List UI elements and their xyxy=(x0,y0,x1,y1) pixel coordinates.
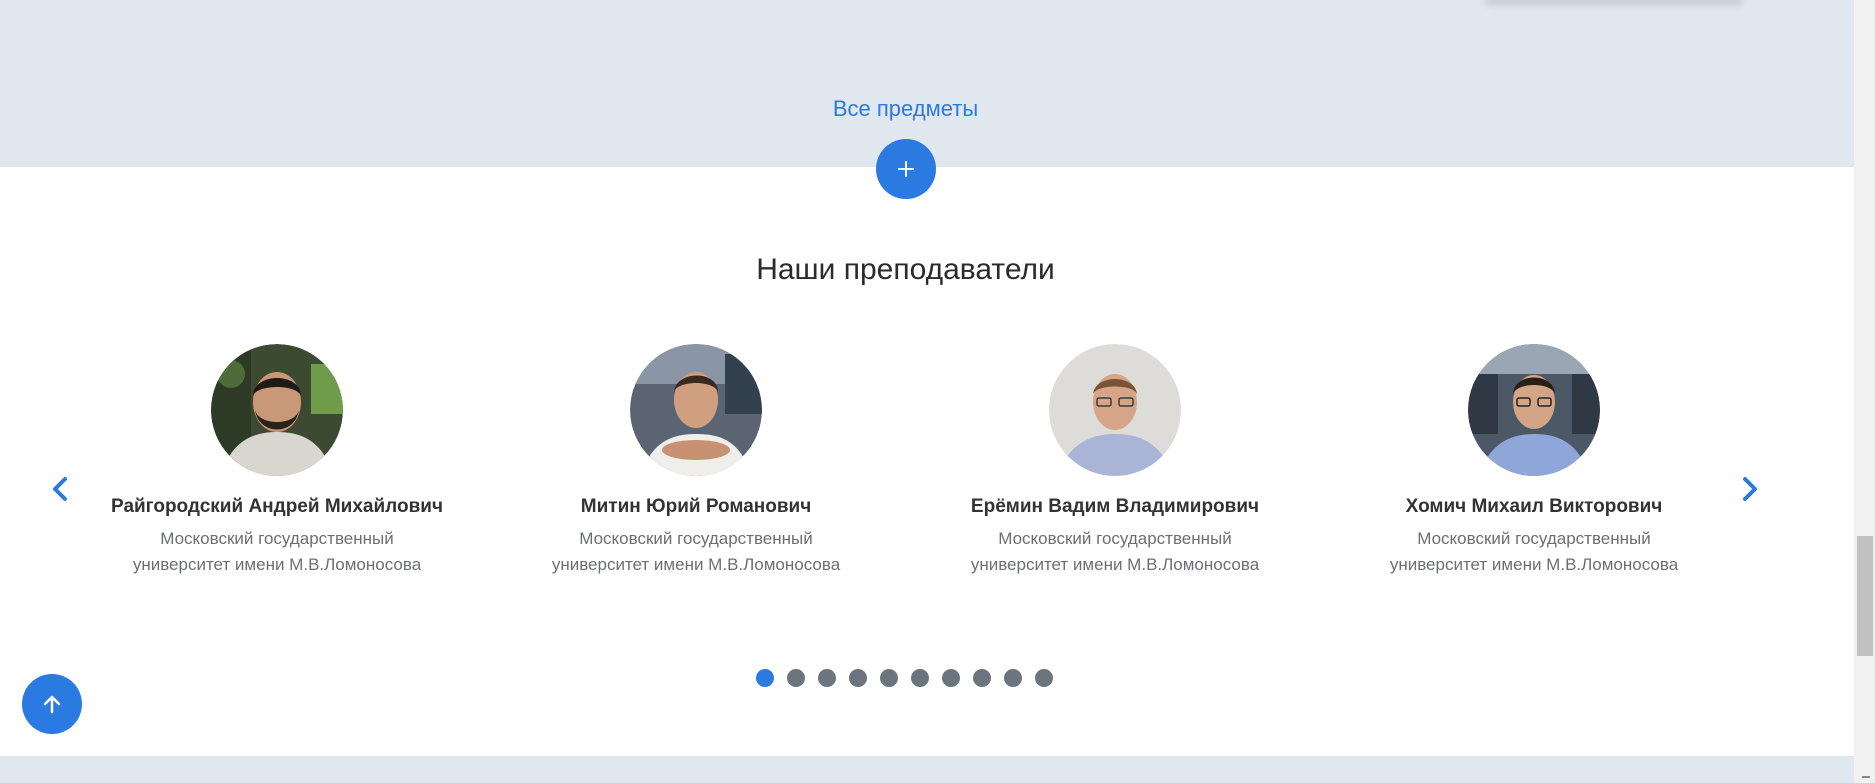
pagination-dot[interactable] xyxy=(1035,669,1053,687)
teachers-section-title: Наши преподаватели xyxy=(756,253,1055,286)
teacher-organization: Московский государственный университет и… xyxy=(970,529,1260,574)
teacher-photo xyxy=(1468,344,1600,476)
scrollbar-track[interactable] xyxy=(1854,0,1875,783)
plus-icon xyxy=(898,161,914,177)
teacher-organization: Московский государственный университет и… xyxy=(132,529,422,574)
teacher-name: Митин Юрий Романович xyxy=(580,496,812,517)
arrow-up-icon xyxy=(43,695,61,714)
subjects-section: Все предметы xyxy=(0,0,1854,167)
teacher-organization: Московский государственный университет и… xyxy=(1389,529,1679,574)
pagination-dot[interactable] xyxy=(911,669,929,687)
teacher-card[interactable]: Хомич Михаил Викторович Московский госуд… xyxy=(1324,344,1744,578)
scrollbar-thumb[interactable] xyxy=(1857,536,1873,656)
all-subjects-link[interactable]: Все предметы xyxy=(0,96,1811,122)
pagination-dot[interactable] xyxy=(849,669,867,687)
scrollbar-corner xyxy=(1862,776,1870,778)
expand-subjects-button[interactable] xyxy=(876,139,936,199)
teacher-photo xyxy=(1049,344,1181,476)
carousel-next-button[interactable] xyxy=(1735,474,1765,504)
teacher-organization: Московский государственный университет и… xyxy=(551,529,841,574)
scroll-to-top-button[interactable] xyxy=(22,674,82,734)
teacher-card[interactable]: Митин Юрий Романович Московский государс… xyxy=(486,344,906,578)
teacher-photo xyxy=(630,344,762,476)
chevron-right-icon xyxy=(1743,477,1757,501)
teacher-name: Хомич Михаил Викторович xyxy=(1405,496,1663,517)
teacher-name: Райгородский Андрей Михайлович xyxy=(111,496,443,517)
pagination-dot[interactable] xyxy=(1004,669,1022,687)
next-section-band xyxy=(0,756,1854,783)
pagination-dot[interactable] xyxy=(787,669,805,687)
teacher-card[interactable]: Ерёмин Вадим Владимирович Московский гос… xyxy=(905,344,1325,578)
teacher-card[interactable]: Райгородский Андрей Михайлович Московски… xyxy=(67,344,487,578)
teacher-name: Ерёмин Вадим Владимирович xyxy=(970,496,1260,517)
pagination-dot[interactable] xyxy=(973,669,991,687)
pagination-dot[interactable] xyxy=(942,669,960,687)
teacher-photo xyxy=(211,344,343,476)
pagination-dot[interactable] xyxy=(818,669,836,687)
pagination-dot[interactable] xyxy=(880,669,898,687)
pagination-dot[interactable] xyxy=(756,669,774,687)
carousel-pagination xyxy=(756,669,1053,689)
page: Все предметы Наши преподаватели Райгород… xyxy=(0,0,1875,783)
